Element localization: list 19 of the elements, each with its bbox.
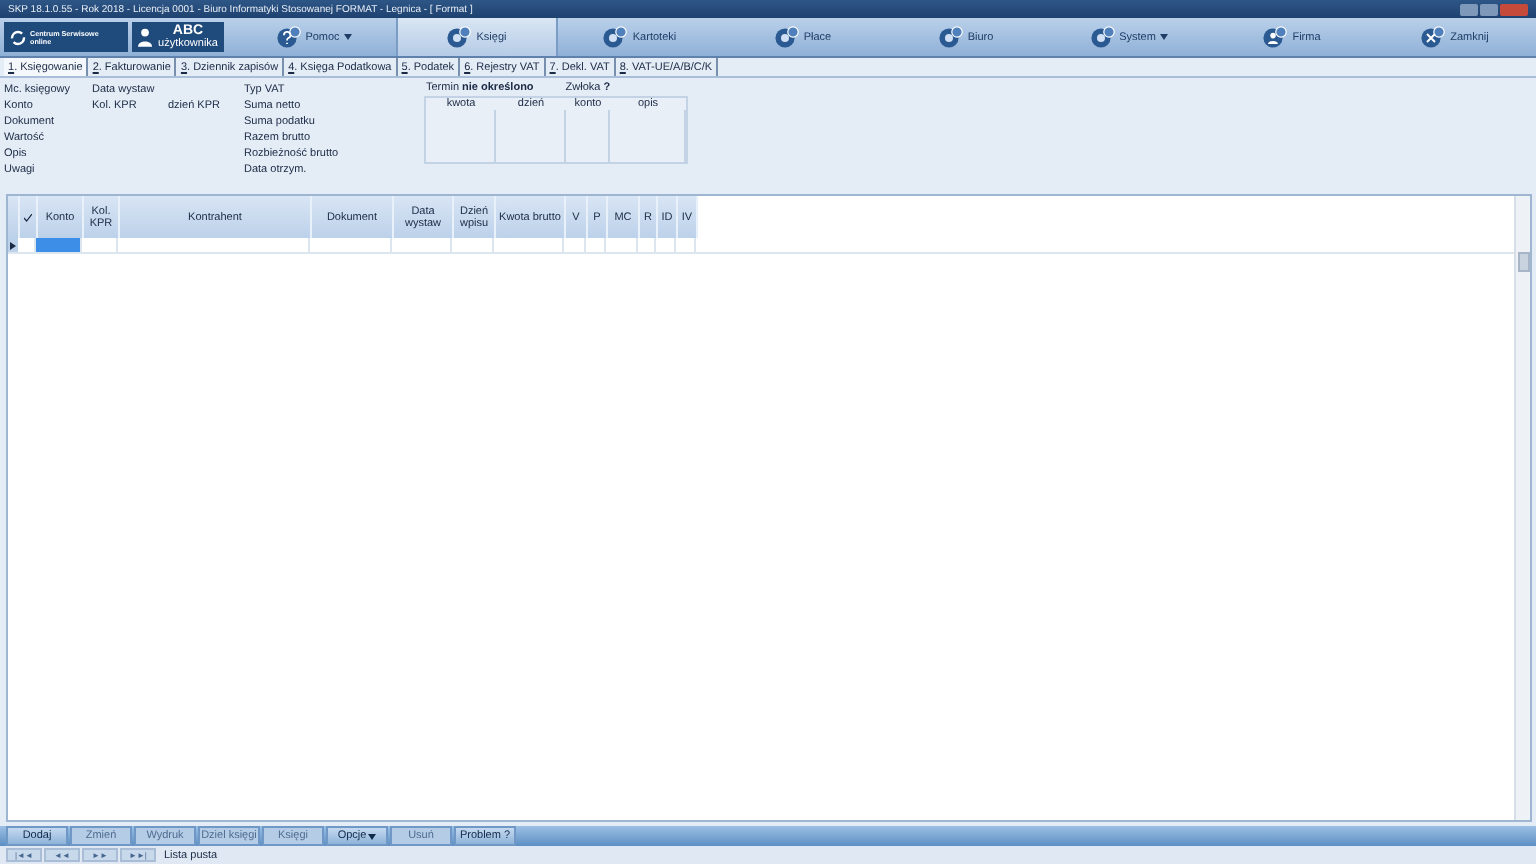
app-icon [937, 26, 964, 48]
refresh-icon [10, 29, 26, 45]
app-icon [602, 26, 629, 48]
help-icon [275, 26, 302, 48]
minimize-button[interactable] [1460, 3, 1478, 15]
close-icon [1420, 26, 1447, 48]
check-icon [24, 213, 32, 221]
table-row[interactable] [8, 238, 1514, 254]
scrollbar[interactable] [1514, 196, 1530, 820]
restore-button[interactable] [1480, 3, 1498, 15]
user-icon [138, 26, 153, 48]
app-icon [1089, 26, 1116, 48]
column-header[interactable] [20, 196, 38, 238]
row-pointer-icon [10, 241, 16, 249]
app-icon [446, 26, 473, 48]
app-icon [773, 26, 800, 48]
close-button[interactable] [1500, 3, 1528, 15]
corner-header [8, 196, 20, 238]
person-icon [1262, 26, 1289, 48]
